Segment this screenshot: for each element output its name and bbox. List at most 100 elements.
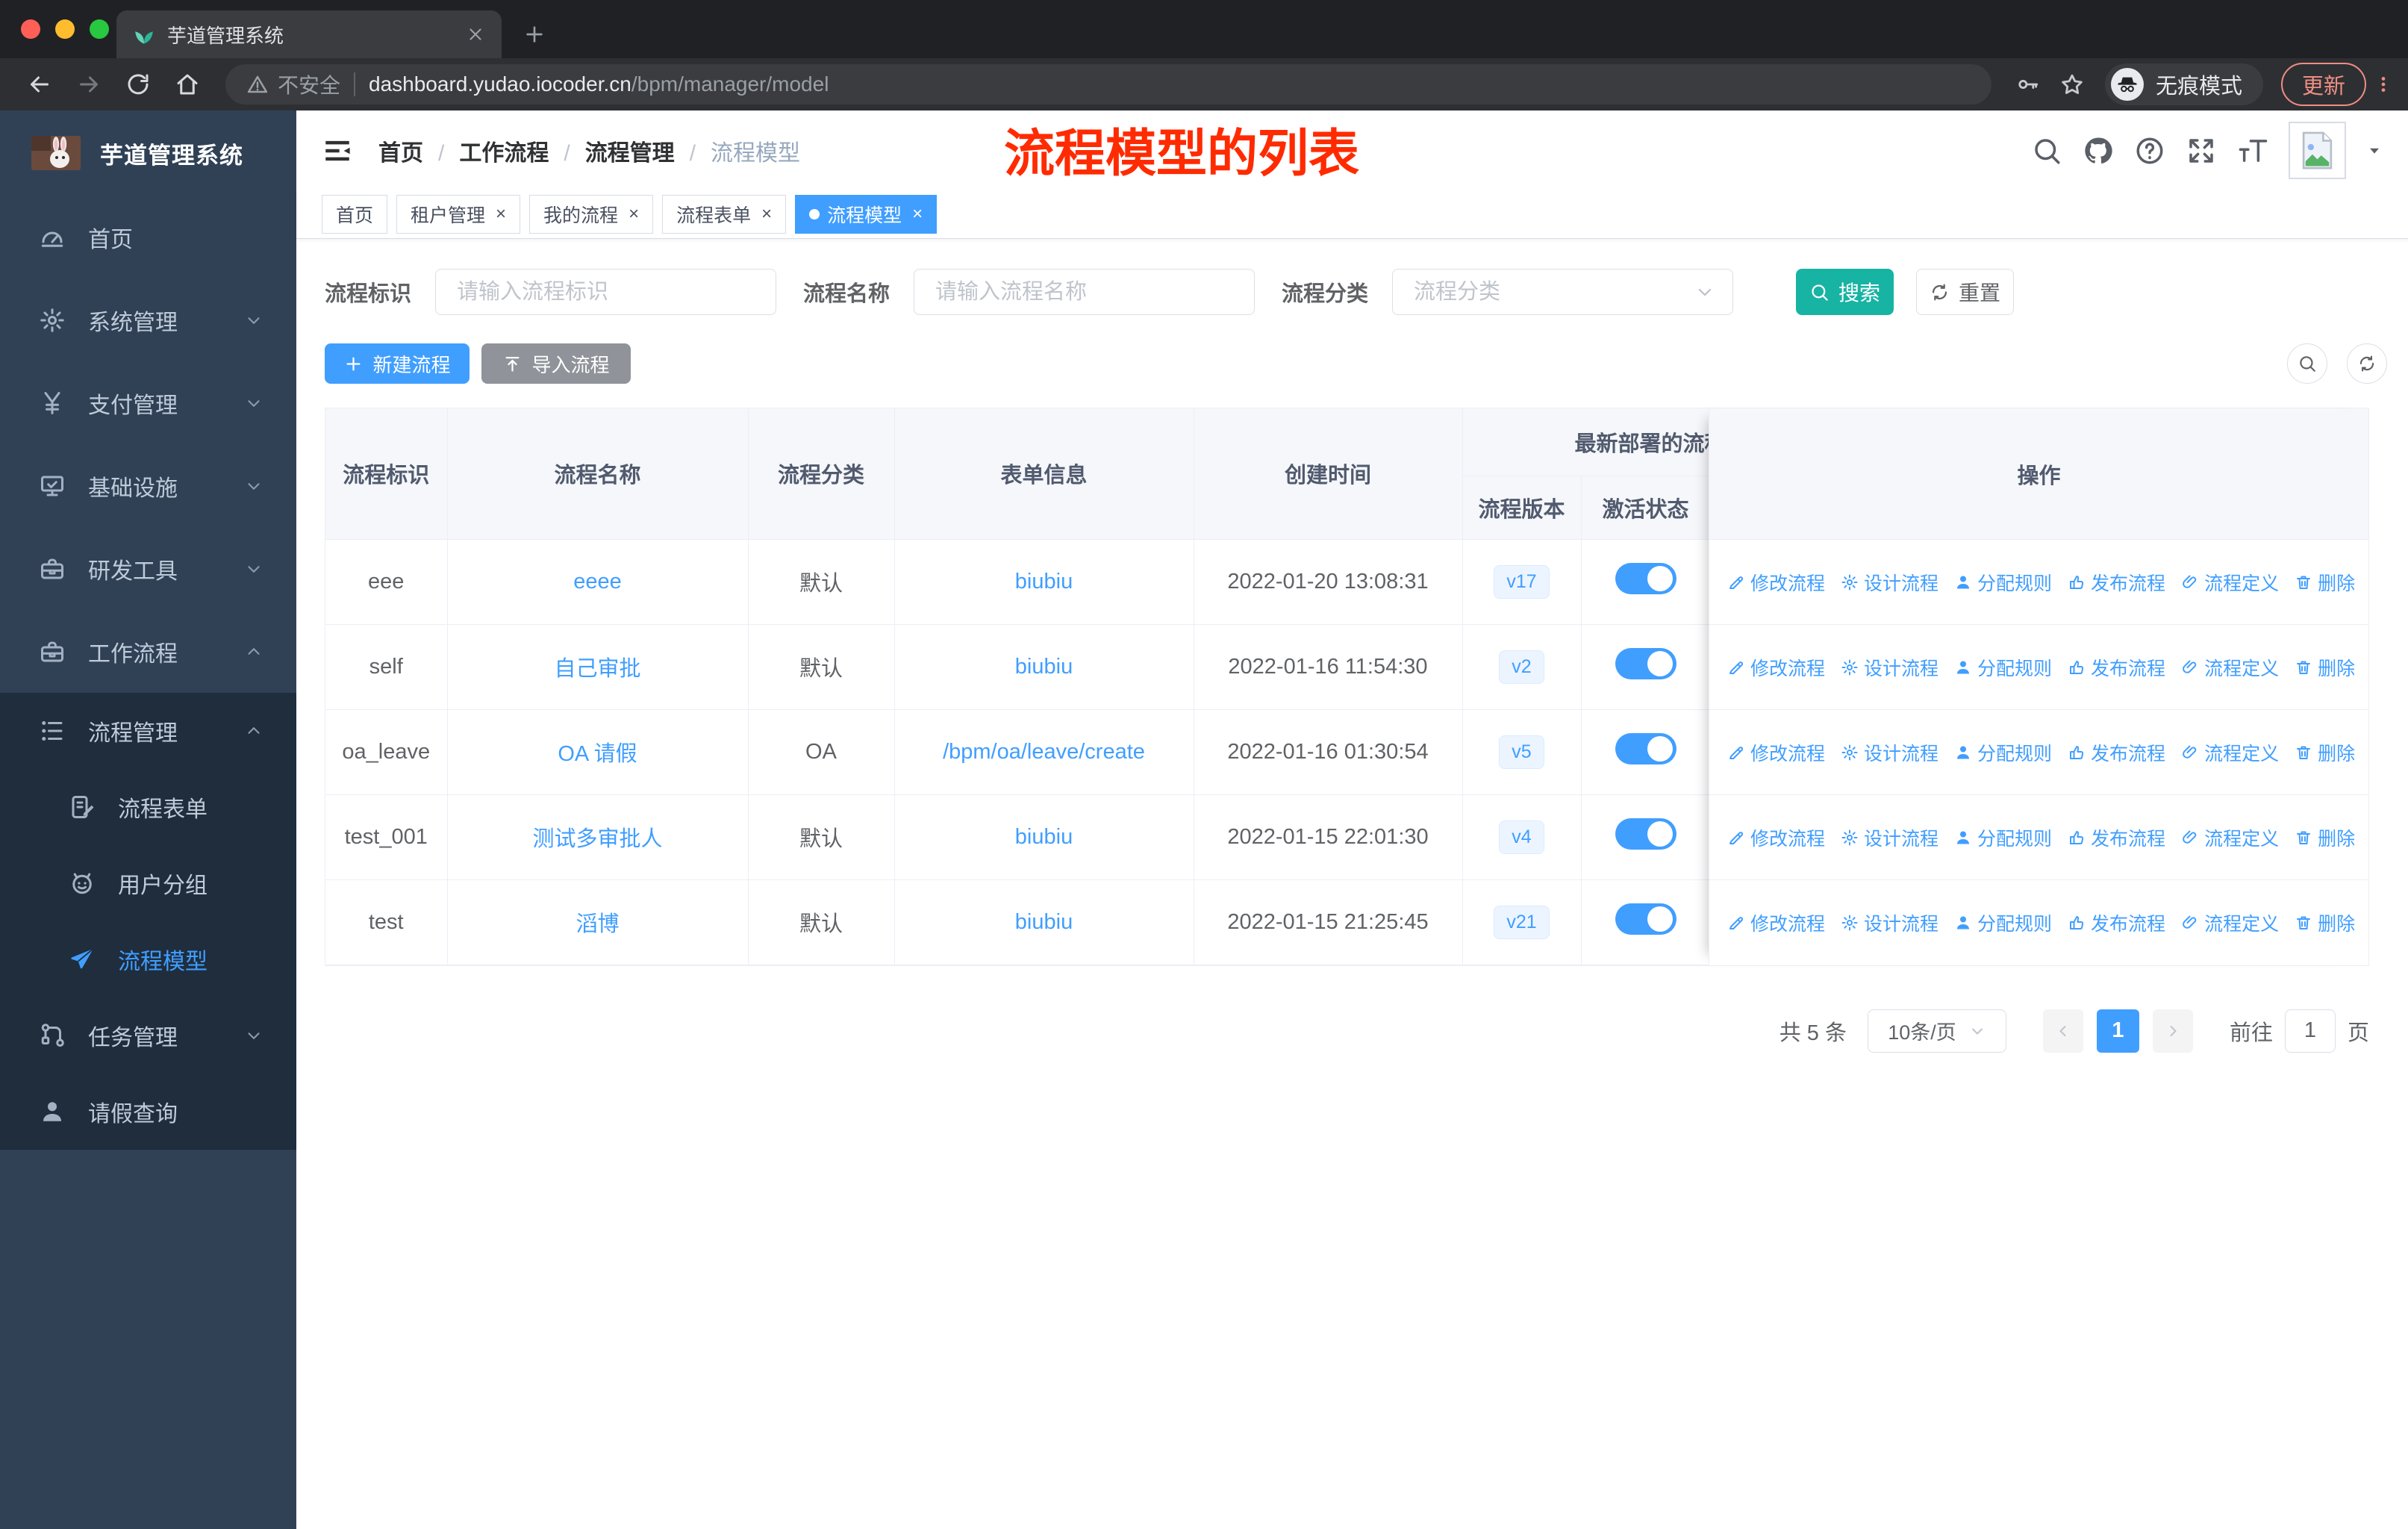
forward-icon[interactable]	[75, 71, 102, 98]
row-action-link[interactable]: 发布流程	[2068, 739, 2165, 766]
row-action-link[interactable]: 修改流程	[1727, 569, 1825, 596]
row-action-link[interactable]: 设计流程	[1841, 909, 1938, 936]
active-toggle[interactable]	[1615, 903, 1676, 935]
sidebar-item[interactable]: 系统管理	[0, 278, 296, 361]
search-button[interactable]: 搜索	[1796, 269, 1894, 315]
active-toggle[interactable]	[1615, 818, 1676, 850]
row-action-link[interactable]: 删除	[2295, 654, 2355, 681]
sidebar-item[interactable]: 支付管理	[0, 361, 296, 444]
row-action-link[interactable]: 设计流程	[1841, 569, 1938, 596]
view-tag[interactable]: 我的流程 ×	[529, 195, 654, 234]
window-zoom-button[interactable]	[90, 19, 109, 39]
hamburger-icon[interactable]	[322, 135, 353, 166]
row-action-link[interactable]: 流程定义	[2181, 569, 2279, 596]
sidebar-subitem[interactable]: 流程管理	[0, 693, 296, 769]
row-action-link[interactable]: 修改流程	[1727, 824, 1825, 851]
window-close-button[interactable]	[21, 19, 40, 39]
help-icon[interactable]	[2134, 135, 2165, 166]
home-icon[interactable]	[174, 71, 201, 98]
breadcrumb-item[interactable]: 流程管理	[549, 134, 675, 167]
row-action-link[interactable]: 删除	[2295, 739, 2355, 766]
row-action-link[interactable]: 分配规则	[1954, 824, 2052, 851]
sidebar-item[interactable]: 研发工具	[0, 527, 296, 610]
row-action-link[interactable]: 删除	[2295, 824, 2355, 851]
active-toggle[interactable]	[1615, 648, 1676, 679]
row-action-link[interactable]: 流程定义	[2181, 739, 2279, 766]
breadcrumb-item[interactable]: 流程模型	[675, 134, 800, 167]
row-action-link[interactable]: 分配规则	[1954, 654, 2052, 681]
browser-menu-icon[interactable]	[2374, 69, 2393, 99]
fullscreen-icon[interactable]	[2186, 135, 2217, 166]
row-action-link[interactable]: 发布流程	[2068, 909, 2165, 936]
process-name-link[interactable]: eeee	[573, 570, 622, 594]
sidebar-logo[interactable]: 芋道管理系统	[0, 110, 296, 196]
process-name-link[interactable]: OA 请假	[558, 742, 637, 766]
next-page-button[interactable]	[2152, 1009, 2193, 1053]
sidebar-item[interactable]: 首页	[0, 196, 296, 278]
breadcrumb-item[interactable]: 首页	[378, 134, 423, 167]
active-toggle[interactable]	[1615, 563, 1676, 594]
row-action-link[interactable]: 发布流程	[2068, 654, 2165, 681]
filter-input[interactable]	[435, 269, 777, 315]
bookmark-star-icon[interactable]	[2059, 72, 2085, 97]
reset-button[interactable]: 重置	[1916, 269, 2015, 315]
sidebar-subitem[interactable]: 任务管理	[0, 997, 296, 1074]
page-size-select[interactable]: 10条/页	[1867, 1009, 2006, 1053]
back-icon[interactable]	[26, 71, 53, 98]
row-action-link[interactable]: 删除	[2295, 909, 2355, 936]
new-tab-button[interactable]	[523, 22, 546, 46]
sidebar-subitem[interactable]: 流程模型	[0, 921, 296, 997]
window-minimize-button[interactable]	[55, 19, 75, 39]
form-info-link[interactable]: biubiu	[1015, 570, 1073, 594]
form-info-link[interactable]: /bpm/oa/leave/create	[943, 740, 1145, 764]
row-action-link[interactable]: 修改流程	[1727, 909, 1825, 936]
refresh-table-button[interactable]	[2347, 343, 2387, 384]
row-action-link[interactable]: 流程定义	[2181, 824, 2279, 851]
form-info-link[interactable]: biubiu	[1015, 655, 1073, 679]
row-action-link[interactable]: 分配规则	[1954, 569, 2052, 596]
sidebar-subitem[interactable]: 流程表单	[0, 769, 296, 845]
url-bar[interactable]: 不安全 dashboard.yudao.iocoder.cn /bpm/mana…	[225, 64, 1991, 105]
tab-close-icon[interactable]	[466, 25, 485, 44]
filter-input[interactable]	[1392, 269, 1734, 315]
browser-tab[interactable]: 芋道管理系统	[116, 10, 502, 58]
goto-page-input[interactable]	[2284, 1009, 2336, 1053]
reload-icon[interactable]	[125, 71, 152, 98]
process-name-link[interactable]: 测试多审批人	[532, 827, 662, 851]
row-action-link[interactable]: 分配规则	[1954, 909, 2052, 936]
sidebar-item[interactable]: 工作流程	[0, 610, 296, 693]
current-page-button[interactable]: 1	[2096, 1009, 2139, 1053]
view-tag[interactable]: 流程表单 ×	[662, 195, 787, 234]
view-tag[interactable]: 流程模型 ×	[795, 195, 938, 234]
view-tag[interactable]: 首页	[322, 195, 388, 234]
form-info-link[interactable]: biubiu	[1015, 910, 1073, 934]
tag-close-icon[interactable]: ×	[493, 205, 506, 223]
row-action-link[interactable]: 分配规则	[1954, 739, 2052, 766]
row-action-link[interactable]: 删除	[2295, 569, 2355, 596]
create-process-button[interactable]: 新建流程	[325, 343, 470, 384]
row-action-link[interactable]: 修改流程	[1727, 739, 1825, 766]
form-info-link[interactable]: biubiu	[1015, 825, 1073, 849]
tag-close-icon[interactable]: ×	[626, 205, 639, 223]
search-icon[interactable]	[2031, 135, 2062, 166]
tag-close-icon[interactable]: ×	[909, 205, 923, 223]
sidebar-item[interactable]: 基础设施	[0, 444, 296, 527]
sidebar-subitem[interactable]: 用户分组	[0, 845, 296, 921]
user-avatar[interactable]	[2289, 122, 2346, 179]
row-action-link[interactable]: 流程定义	[2181, 909, 2279, 936]
sidebar-subitem[interactable]: 请假查询	[0, 1074, 296, 1150]
password-key-icon[interactable]	[2015, 72, 2040, 97]
prev-page-button[interactable]	[2042, 1009, 2083, 1053]
font-size-icon[interactable]	[2237, 135, 2268, 166]
row-action-link[interactable]: 流程定义	[2181, 654, 2279, 681]
row-action-link[interactable]: 发布流程	[2068, 569, 2165, 596]
caret-down-icon[interactable]	[2366, 143, 2383, 159]
view-tag[interactable]: 租户管理 ×	[396, 195, 521, 234]
row-action-link[interactable]: 修改流程	[1727, 654, 1825, 681]
row-action-link[interactable]: 发布流程	[2068, 824, 2165, 851]
row-action-link[interactable]: 设计流程	[1841, 824, 1938, 851]
update-button[interactable]: 更新	[2280, 63, 2366, 106]
breadcrumb-item[interactable]: 工作流程	[423, 134, 549, 167]
process-name-link[interactable]: 滔博	[576, 912, 619, 936]
row-action-link[interactable]: 设计流程	[1841, 654, 1938, 681]
